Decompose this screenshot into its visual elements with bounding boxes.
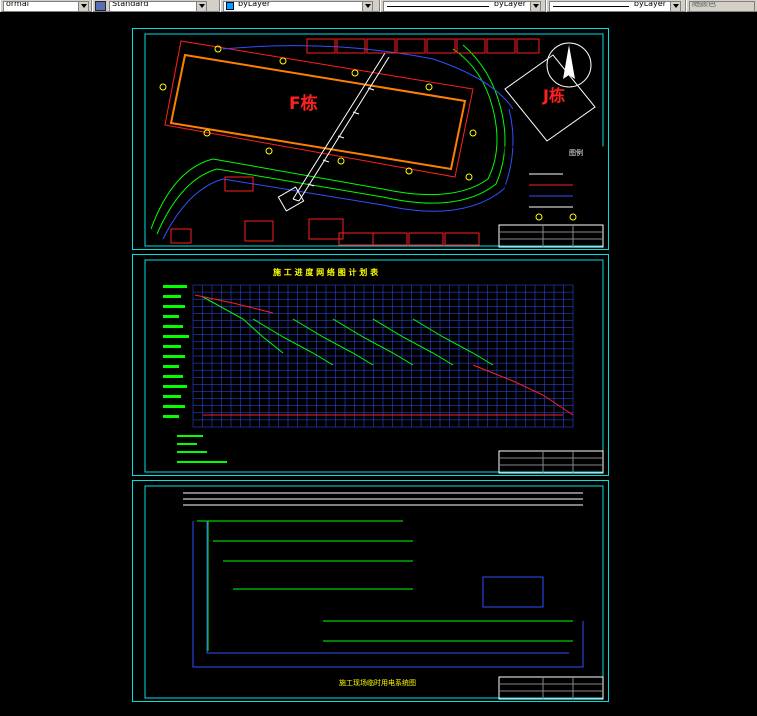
lineweight-combo[interactable]: byLayer [549, 0, 681, 12]
text-style-value: ormal [6, 0, 29, 9]
plot-color-group: 随颜色 [686, 0, 757, 12]
color-value: byLayer [238, 0, 271, 9]
electrical-drawing: 施工现场临时用电系统图 [144, 485, 604, 700]
linetype-value: byLayer [493, 0, 526, 9]
color-swatch-icon [226, 2, 234, 10]
site-plan-drawing: 图例 F栋 J栋 [144, 33, 604, 248]
schedule-drawing: 施 工 进 度 网 络 图 计 划 表 [144, 259, 604, 474]
chevron-down-icon[interactable] [78, 1, 88, 11]
chevron-down-icon[interactable] [362, 1, 372, 11]
lineweight-value: byLayer [633, 0, 666, 9]
building-j-label: J栋 [542, 86, 565, 105]
lineweight-group: byLayer [546, 0, 686, 12]
chevron-down-icon[interactable] [196, 1, 206, 11]
chevron-down-icon[interactable] [670, 1, 680, 11]
schedule-title: 施 工 进 度 网 络 图 计 划 表 [273, 267, 379, 277]
dim-style-value: Standard [112, 0, 149, 9]
linetype-sample [387, 5, 489, 7]
linetype-group: byLayer [380, 0, 546, 12]
dim-style-group: Standard [92, 0, 220, 12]
svg-text:图例: 图例 [569, 148, 583, 157]
schedule-sheet[interactable]: 施 工 进 度 网 络 图 计 划 表 [132, 254, 609, 476]
color-combo[interactable]: byLayer [223, 0, 373, 12]
color-group: byLayer [220, 0, 380, 12]
lineweight-sample [553, 5, 629, 7]
site-plan-sheet[interactable]: 图例 F栋 J栋 [132, 28, 609, 250]
property-toolbar: ormal Standard byLayer byLayer byLayer 随… [0, 0, 757, 12]
dimension-style-icon[interactable] [95, 1, 106, 11]
linetype-combo[interactable]: byLayer [383, 0, 541, 12]
electrical-title: 施工现场临时用电系统图 [339, 678, 416, 687]
dim-style-combo[interactable]: Standard [109, 0, 207, 12]
plot-color-combo[interactable]: 随颜色 [689, 0, 755, 12]
text-style-combo[interactable]: ormal [3, 0, 89, 12]
plot-color-value: 随颜色 [692, 0, 716, 9]
text-style-group: ormal [0, 0, 92, 12]
chevron-down-icon[interactable] [530, 1, 540, 11]
building-f-label: F栋 [289, 93, 318, 114]
electrical-sheet[interactable]: 施工现场临时用电系统图 [132, 480, 609, 702]
